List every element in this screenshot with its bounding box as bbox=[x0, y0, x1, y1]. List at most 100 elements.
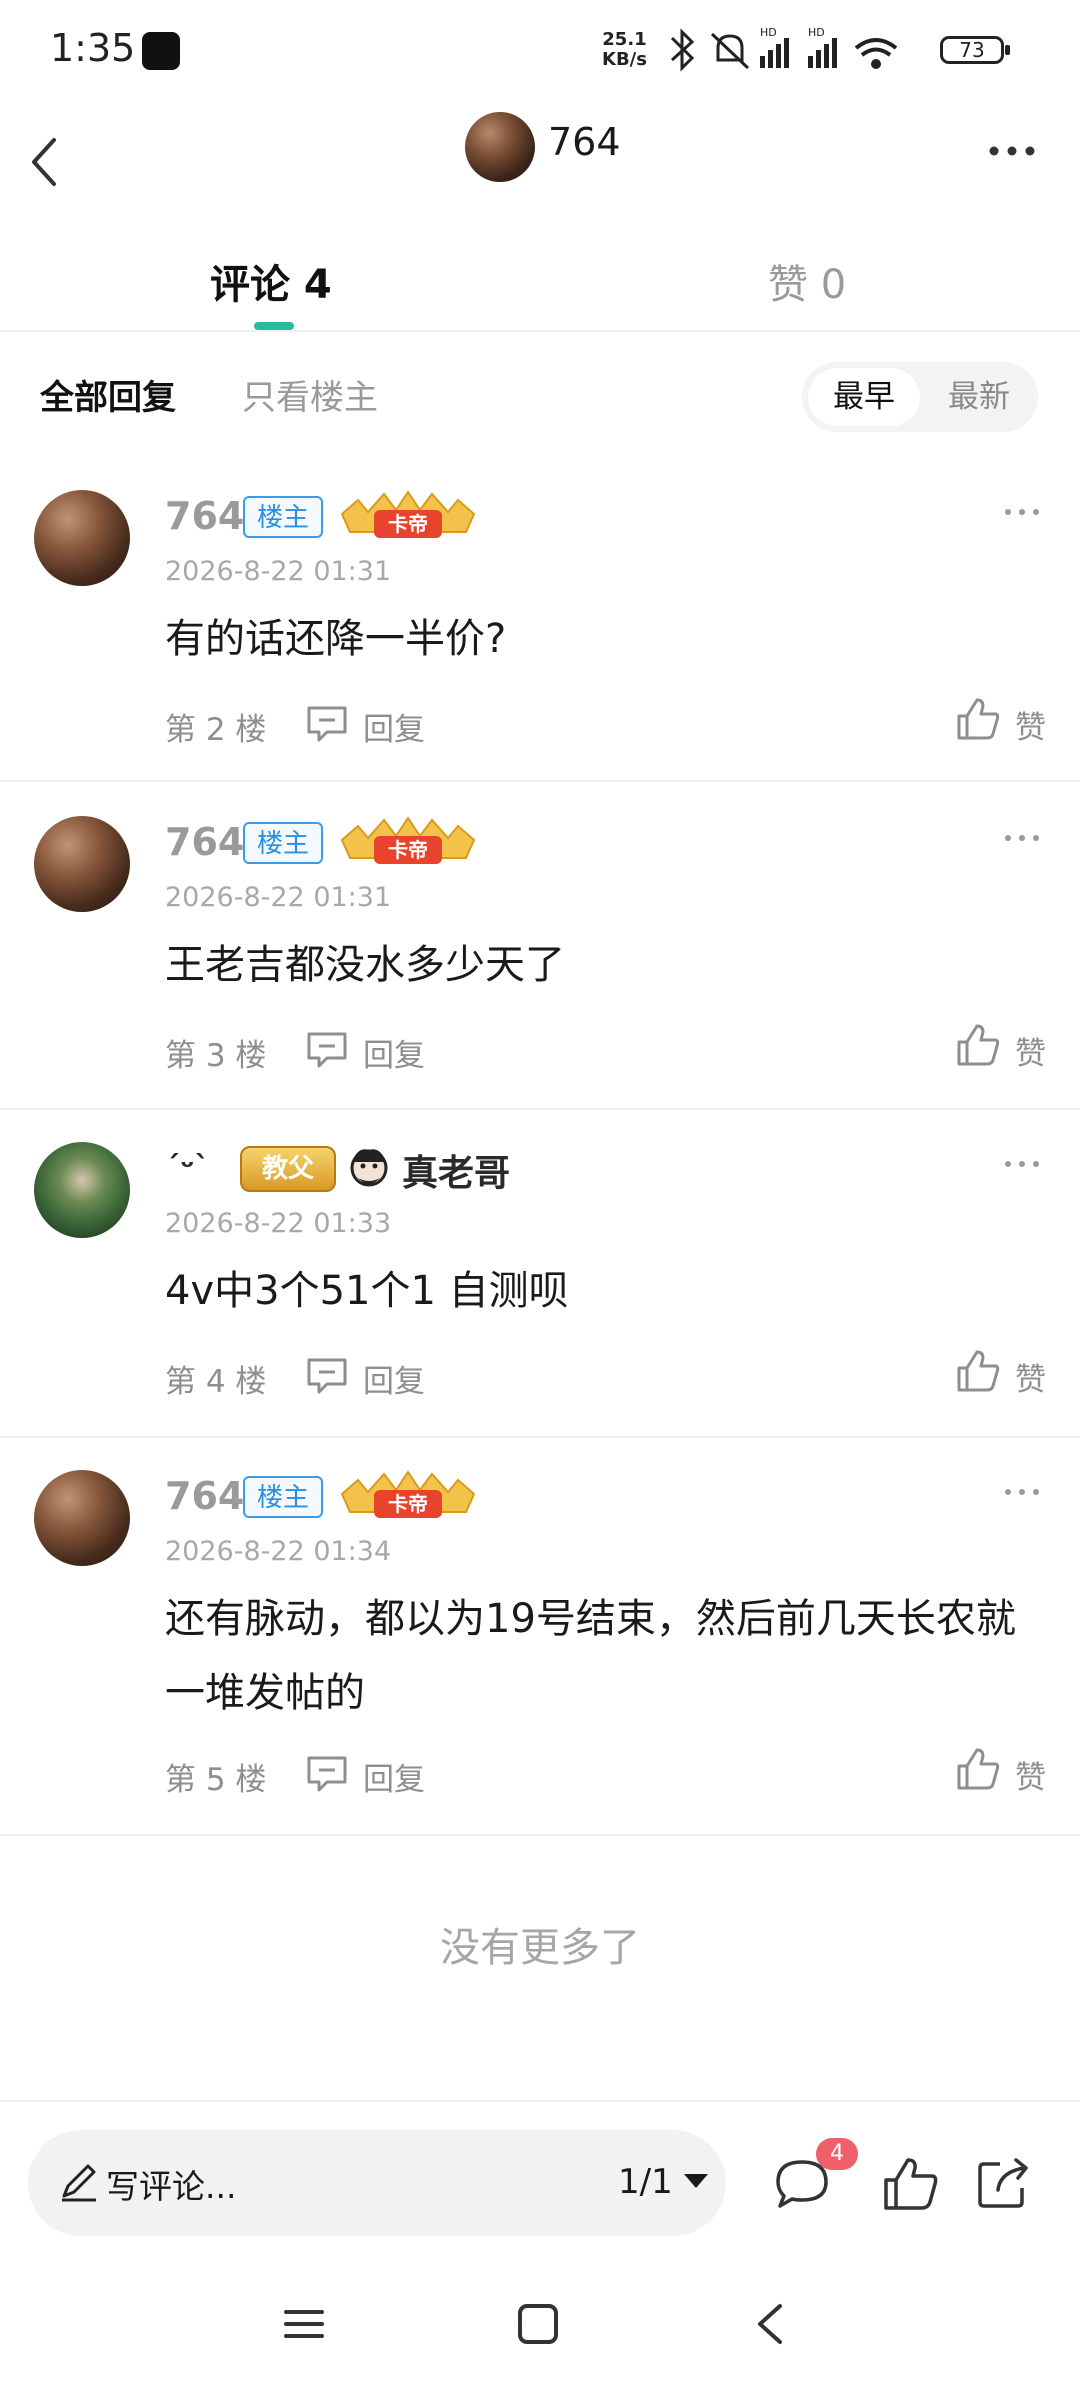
owner-badge: 楼主 bbox=[243, 1476, 324, 1518]
like-icon[interactable] bbox=[955, 1348, 1001, 1394]
like-button[interactable]: 赞 bbox=[1015, 1354, 1046, 1399]
like-button[interactable]: 赞 bbox=[1015, 1028, 1046, 1073]
top-nav-bar: 764 bbox=[0, 104, 1080, 222]
comment-item: 764 楼主 卡帝 2026-8-22 01:31 王老吉都没水多少天了 第 3… bbox=[0, 816, 1080, 1110]
sort-latest[interactable]: 最新 bbox=[926, 368, 1032, 426]
battery-indicator: 73 bbox=[940, 36, 1010, 64]
comment-time: 2026-8-22 01:31 bbox=[165, 556, 392, 587]
svg-text:卡帝: 卡帝 bbox=[388, 1492, 428, 1516]
comment-footer: 第 3 楼 回复 赞 bbox=[165, 1022, 1046, 1078]
like-icon[interactable] bbox=[955, 696, 1001, 742]
comment-count-badge: 4 bbox=[816, 2138, 858, 2170]
level-badge: 教父 bbox=[240, 1146, 336, 1192]
reply-icon[interactable] bbox=[305, 1030, 349, 1070]
level-badge: 卡帝 bbox=[340, 816, 476, 864]
avatar[interactable] bbox=[34, 1470, 130, 1566]
comment-item: 764 楼主 卡帝 2026-8-22 01:34 还有脉动，都以为19号结束，… bbox=[0, 1470, 1080, 1836]
comment-username[interactable]: 764 bbox=[165, 820, 244, 864]
reply-icon[interactable] bbox=[305, 1754, 349, 1794]
user-title-icon bbox=[350, 1149, 388, 1187]
floor-number: 第 5 楼 bbox=[165, 1762, 267, 1798]
comment-more-icon[interactable] bbox=[1002, 826, 1042, 850]
like-icon[interactable] bbox=[880, 2154, 940, 2214]
comment-more-icon[interactable] bbox=[1002, 500, 1042, 524]
comment-time: 2026-8-22 01:31 bbox=[165, 882, 392, 913]
like-icon[interactable] bbox=[955, 1022, 1001, 1068]
svg-text:卡帝: 卡帝 bbox=[388, 838, 428, 862]
signal-icon-2: HD bbox=[808, 26, 837, 68]
comment-more-icon[interactable] bbox=[1002, 1480, 1042, 1504]
write-comment-input[interactable]: 写评论... 1/1 bbox=[28, 2130, 726, 2236]
status-time: 1:35 bbox=[50, 26, 136, 70]
comment-footer: 第 2 楼 回复 赞 bbox=[165, 696, 1046, 752]
svg-text:卡帝: 卡帝 bbox=[388, 512, 428, 536]
reply-button[interactable]: 回复 bbox=[363, 1754, 425, 1799]
page-indicator[interactable]: 1/1 bbox=[618, 2162, 673, 2202]
comment-username[interactable]: ˊᵕˋ bbox=[165, 1150, 210, 1185]
reply-icon[interactable] bbox=[305, 1356, 349, 1396]
comment-footer: 第 5 楼 回复 赞 bbox=[165, 1746, 1046, 1802]
comment-footer: 第 4 楼 回复 赞 bbox=[165, 1348, 1046, 1404]
reply-icon[interactable] bbox=[305, 704, 349, 744]
comment-item: 764 楼主 卡帝 2026-8-22 01:31 有的话还降一半价? 第 2 … bbox=[0, 490, 1080, 782]
comment-item: ˊᵕˋ 教父 真老哥 2026-8-22 01:33 4v中3个51个1 自测呗… bbox=[0, 1142, 1080, 1438]
more-icon[interactable] bbox=[980, 126, 1050, 176]
comment-username[interactable]: 764 bbox=[165, 1474, 244, 1518]
avatar[interactable] bbox=[34, 1142, 130, 1238]
owner-badge: 楼主 bbox=[243, 822, 324, 864]
comment-time: 2026-8-22 01:33 bbox=[165, 1208, 392, 1239]
wifi-icon bbox=[854, 38, 898, 69]
comment-username[interactable]: 764 bbox=[165, 494, 244, 538]
like-button[interactable]: 赞 bbox=[1015, 702, 1046, 747]
sort-toggle: 最早 最新 bbox=[802, 362, 1038, 432]
status-bar: 1:35 25.1 KB/s HD HD 73 bbox=[0, 0, 1080, 104]
like-icon[interactable] bbox=[955, 1746, 1001, 1792]
comment-text: 有的话还降一半价? bbox=[165, 616, 507, 662]
nav-back-icon[interactable] bbox=[750, 2298, 790, 2350]
filter-owner-only[interactable]: 只看楼主 bbox=[242, 370, 378, 419]
like-button[interactable]: 赞 bbox=[1015, 1752, 1046, 1797]
header-username[interactable]: 764 bbox=[548, 120, 621, 164]
write-comment-placeholder: 写评论... bbox=[106, 2167, 237, 2206]
signal-icon-1: HD bbox=[760, 26, 789, 68]
reply-button[interactable]: 回复 bbox=[363, 704, 425, 749]
svg-text:HD: HD bbox=[760, 26, 777, 39]
comment-time: 2026-8-22 01:34 bbox=[165, 1536, 392, 1567]
bottom-action-bar: 写评论... 1/1 4 bbox=[0, 2100, 1080, 2260]
avatar[interactable] bbox=[465, 112, 535, 182]
home-icon[interactable] bbox=[514, 2300, 562, 2348]
comment-text: 还有脉动，都以为19号结束，然后前几天长农就一堆发帖的 bbox=[165, 1596, 1016, 1716]
pencil-icon bbox=[62, 2164, 96, 2202]
share-icon[interactable] bbox=[974, 2152, 1034, 2212]
tab-bar: 评论 4 赞 0 bbox=[0, 222, 1080, 332]
tab-likes[interactable]: 赞 0 bbox=[768, 252, 846, 310]
floor-number: 第 2 楼 bbox=[165, 712, 267, 748]
reply-button[interactable]: 回复 bbox=[363, 1030, 425, 1075]
tab-comments[interactable]: 评论 4 bbox=[210, 252, 332, 310]
end-of-list-text: 没有更多了 bbox=[440, 1925, 640, 1971]
comment-text: 王老吉都没水多少天了 bbox=[165, 942, 565, 988]
avatar[interactable] bbox=[34, 816, 130, 912]
back-icon[interactable] bbox=[20, 118, 90, 208]
owner-badge: 楼主 bbox=[243, 496, 324, 538]
reply-button[interactable]: 回复 bbox=[363, 1356, 425, 1401]
svg-text:HD: HD bbox=[808, 26, 825, 39]
sort-earliest[interactable]: 最早 bbox=[808, 368, 920, 426]
app-notification-icon bbox=[142, 32, 180, 70]
menu-icon[interactable] bbox=[280, 2300, 328, 2348]
bluetooth-icon bbox=[670, 28, 695, 72]
avatar[interactable] bbox=[34, 490, 130, 586]
level-badge: 卡帝 bbox=[340, 490, 476, 538]
comment-text: 4v中3个51个1 自测呗 bbox=[165, 1268, 569, 1314]
mute-icon bbox=[710, 32, 750, 70]
page-dropdown-icon[interactable] bbox=[684, 2174, 708, 2188]
tab-indicator bbox=[254, 322, 294, 330]
user-title: 真老哥 bbox=[402, 1153, 511, 1194]
comment-more-icon[interactable] bbox=[1002, 1152, 1042, 1176]
level-badge: 卡帝 bbox=[340, 1470, 476, 1518]
system-nav-bar bbox=[0, 2260, 1080, 2400]
filter-all-replies[interactable]: 全部回复 bbox=[40, 370, 176, 419]
network-speed: 25.1 KB/s bbox=[602, 29, 647, 70]
floor-number: 第 3 楼 bbox=[165, 1038, 267, 1074]
floor-number: 第 4 楼 bbox=[165, 1364, 267, 1400]
